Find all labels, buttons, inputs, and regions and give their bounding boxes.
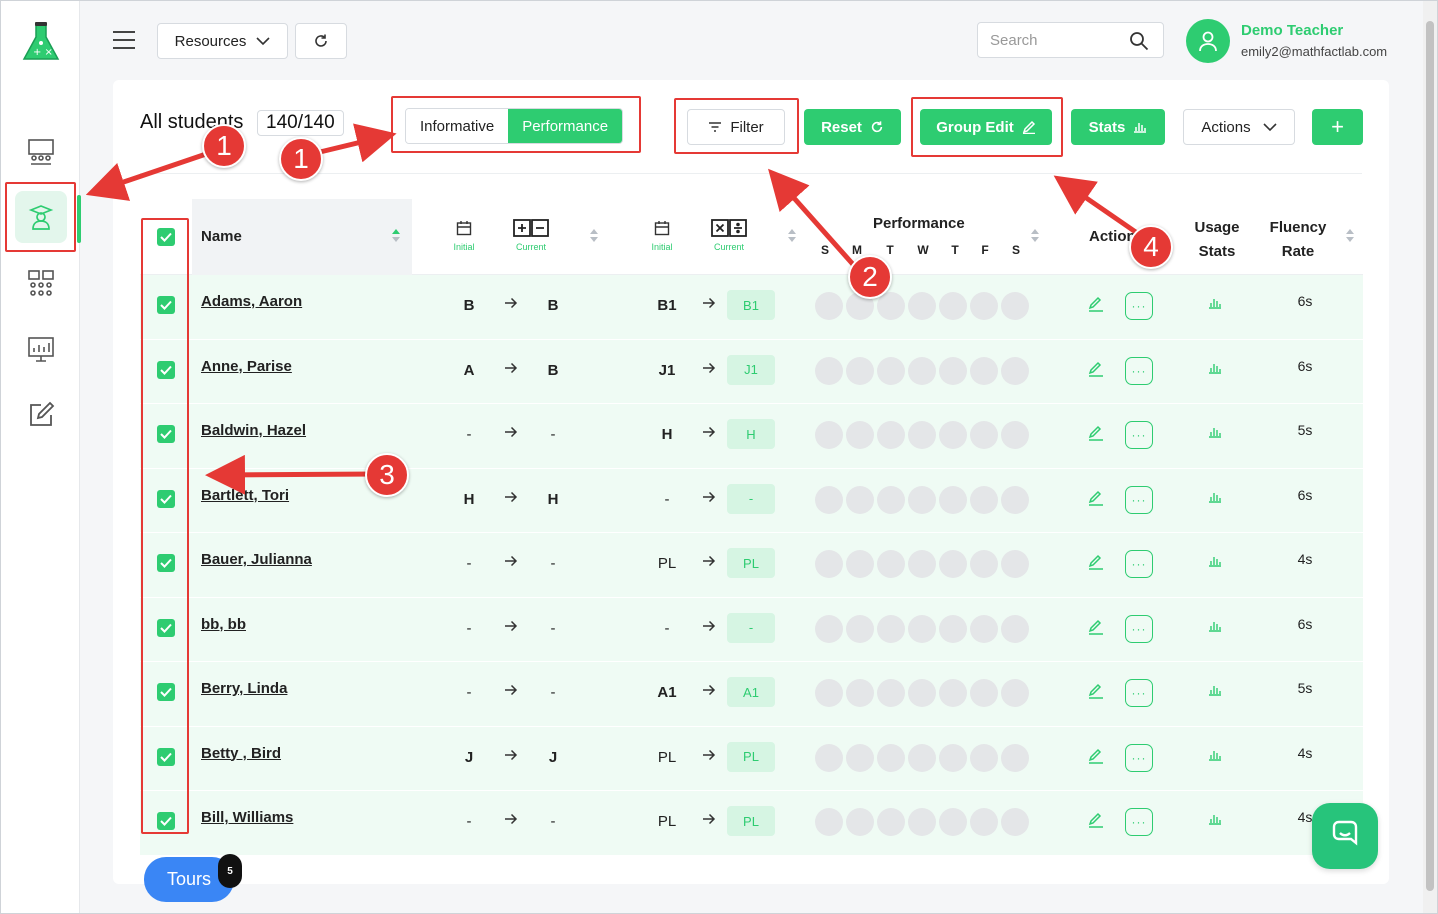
arrow-1-toggle xyxy=(319,123,397,163)
arrow-3-checkboxes xyxy=(205,454,379,495)
chat-launcher-button[interactable] xyxy=(1312,803,1378,869)
annotation-badge-3: 3 xyxy=(365,453,409,497)
arrow-4-group-edit xyxy=(1053,175,1142,238)
tours-label: Tours xyxy=(166,869,211,889)
tours-count-badge: 5 xyxy=(218,854,242,888)
annotation-badge-2: 2 xyxy=(848,255,892,299)
arrow-1-students xyxy=(85,149,213,201)
annotation-badge-4: 4 xyxy=(1129,225,1173,269)
arrow-2-filter xyxy=(768,168,860,272)
chat-bubble-icon xyxy=(1332,820,1358,846)
annotation-badge-1b: 1 xyxy=(279,137,323,181)
annotation-badge-1: 1 xyxy=(202,124,246,168)
